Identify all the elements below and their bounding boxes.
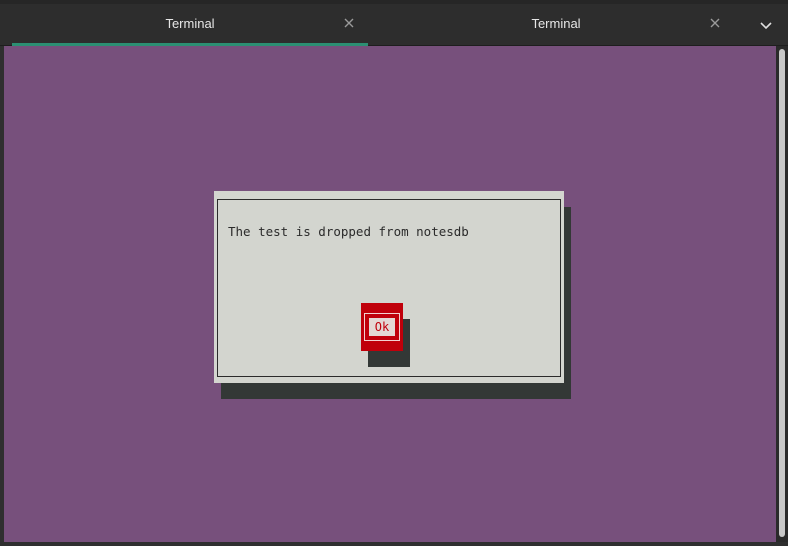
vertical-scrollbar[interactable] <box>776 46 788 542</box>
close-icon[interactable] <box>707 15 723 31</box>
scrollbar-thumb[interactable] <box>779 49 785 537</box>
chevron-down-icon[interactable] <box>757 19 775 33</box>
ok-button-label: Ok <box>369 318 395 336</box>
ok-button-frame: Ok <box>364 313 400 341</box>
close-icon[interactable] <box>341 15 357 31</box>
tab-label: Terminal <box>531 16 581 31</box>
tab-terminal-2[interactable]: Terminal <box>378 4 734 46</box>
dialog-message: The test is dropped from notesdb <box>228 224 469 239</box>
terminal-window: Terminal Terminal The test is dropped fr… <box>0 0 788 546</box>
tab-bar: Terminal Terminal <box>0 0 788 46</box>
tab-terminal-1[interactable]: Terminal <box>12 4 368 46</box>
tab-label: Terminal <box>165 16 215 31</box>
ok-button[interactable]: Ok <box>361 303 403 351</box>
